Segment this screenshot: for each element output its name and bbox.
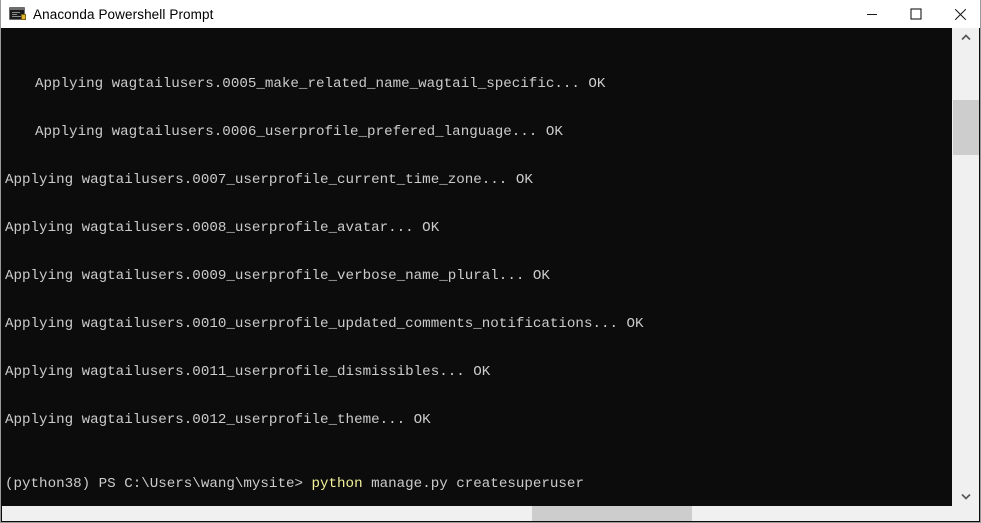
command-keyword: python — [311, 476, 363, 492]
scroll-down-button[interactable] — [953, 487, 979, 506]
console-icon — [9, 6, 26, 22]
window-controls — [850, 0, 980, 28]
log-line: Applying wagtailusers.0011_userprofile_d… — [5, 364, 491, 380]
command-args: manage.py createsuperuser — [362, 476, 584, 492]
vertical-scrollbar-thumb[interactable] — [953, 100, 979, 155]
scroll-up-button[interactable] — [953, 28, 979, 47]
log-line: Applying wagtailusers.0005_make_related_… — [35, 76, 606, 92]
minimize-icon — [867, 14, 877, 15]
vertical-scrollbar[interactable] — [952, 28, 979, 506]
window-title: Anaconda Powershell Prompt — [33, 6, 214, 22]
log-line: Applying wagtailusers.0007_userprofile_c… — [5, 172, 533, 188]
horizontal-scrollbar[interactable] — [2, 506, 954, 521]
chevron-down-icon — [961, 493, 971, 500]
minimize-button[interactable] — [850, 0, 894, 28]
prompt-prefix: (python38) PS C:\Users\wang\mysite> — [5, 476, 312, 492]
chevron-up-icon — [961, 34, 971, 41]
console-text: Applying wagtailusers.0005_make_related_… — [5, 28, 644, 522]
log-line: Applying wagtailusers.0012_userprofile_t… — [5, 412, 431, 428]
prompt-line-createsuperuser: (python38) PS C:\Users\wang\mysite> pyth… — [5, 476, 644, 492]
title-bar[interactable]: Anaconda Powershell Prompt — [1, 0, 980, 28]
maximize-icon — [910, 8, 922, 20]
horizontal-scrollbar-thumb[interactable] — [532, 506, 692, 521]
terminal-window: Anaconda Powershell Prompt Applying wagt… — [0, 0, 981, 523]
close-button[interactable] — [938, 0, 980, 28]
close-icon — [954, 8, 966, 20]
console-output-area[interactable]: Applying wagtailusers.0005_make_related_… — [2, 28, 954, 522]
log-line: Applying wagtailusers.0006_userprofile_p… — [35, 124, 563, 140]
log-line: Applying wagtailusers.0010_userprofile_u… — [5, 316, 644, 332]
scrollbar-corner — [953, 506, 979, 521]
maximize-button[interactable] — [894, 0, 938, 28]
log-line: Applying wagtailusers.0009_userprofile_v… — [5, 268, 550, 284]
log-line: Applying wagtailusers.0008_userprofile_a… — [5, 220, 440, 236]
